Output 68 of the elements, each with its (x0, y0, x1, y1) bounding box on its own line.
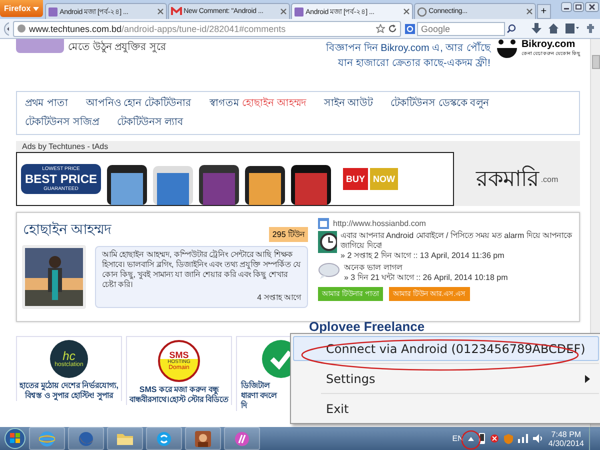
network-icon[interactable] (518, 434, 528, 443)
close-icon[interactable] (526, 8, 533, 15)
page-icon (48, 6, 58, 16)
globe-icon (17, 24, 26, 33)
website-link[interactable]: http://www.hossianbd.com (333, 219, 426, 228)
bookmarks-icon[interactable] (565, 23, 579, 34)
search-field[interactable]: Google (417, 22, 505, 36)
clock-date[interactable]: 4/30/2014 (548, 438, 584, 448)
close-icon[interactable] (280, 8, 287, 15)
download-icon[interactable] (531, 23, 542, 34)
addon-icon[interactable] (585, 23, 596, 34)
photo-app-icon[interactable] (195, 430, 211, 446)
address-field[interactable]: www.techtunes.com.bd/android-apps/tune-id/282041#comments (13, 20, 401, 36)
loading-icon (416, 6, 427, 16)
activity-title[interactable]: অনেক ভাল লাগল (344, 263, 508, 273)
volume-icon[interactable] (533, 434, 544, 443)
brand-name[interactable]: Bikroy.com (521, 39, 580, 50)
reload-icon[interactable] (388, 24, 397, 33)
website-icon (318, 218, 329, 229)
close-icon[interactable] (156, 8, 164, 15)
nav-link[interactable]: সাইন আউট (324, 95, 373, 112)
promo-text[interactable]: ডিজিটাল ধারণা বদলে দি (240, 381, 282, 411)
ad-text[interactable]: বিজ্ঞাপন দিন Bikroy.com এ, আর পৌঁছে (326, 41, 490, 56)
joined-time: 4 সপ্তাহ আগে (257, 293, 301, 303)
activity-time: » 2 সপ্তাহ 2 দিন আগে :: 13 April, 2014 11:36 pm (340, 251, 506, 261)
shopping-bags-drawing: BUY NOW (343, 168, 398, 190)
browser-e-icon[interactable] (39, 430, 55, 446)
search-icon[interactable] (507, 24, 516, 33)
site-tagline: মেতে উঠুন প্রযুক্তির সুরে (68, 40, 166, 55)
clock-icon (318, 231, 337, 253)
promo-text[interactable]: হাতের মুঠোয় দেশের নির্ভরযোগ্য, বিশ্বস্ত ও সুপার হোস্টিং! সুপার (17, 381, 121, 401)
home-icon[interactable] (548, 23, 559, 34)
warning-icon[interactable] (490, 434, 500, 443)
speech-bubble-icon (318, 263, 340, 279)
star-icon[interactable] (376, 24, 385, 33)
nav-link[interactable]: টেকটিউনস ডেস্ককে বলুন (390, 95, 490, 112)
banner-heading: Oplovee Freelance (309, 319, 425, 334)
nav-link[interactable]: টেকটিউনস ল্যাব (116, 114, 184, 131)
highlight-circle (461, 430, 481, 450)
nav-link[interactable]: প্রথম পাতা (25, 95, 68, 112)
promo-text[interactable]: SMS করে মজা করুন বন্ধু বান্ধবীরসাথে।হোস্ট স্টোর বিডিতে (127, 385, 231, 405)
mail-icon (170, 7, 182, 16)
ads-label: Ads by Techtunes - tAds (16, 141, 580, 152)
activity-title[interactable]: এবার আপনার Android মোবাইলে / পিসিতে সময় মত alarm দিয়ে আপনাকে জাগিয়ে দিবে! (340, 231, 573, 251)
folder-icon[interactable] (116, 431, 134, 446)
ad-text[interactable]: যান হাজারো ক্রেতার কাছে-একদম ফ্রী! (338, 56, 490, 71)
tray-expand-icon[interactable] (468, 436, 474, 440)
minimize-icon[interactable] (561, 2, 572, 12)
start-button[interactable] (4, 428, 26, 449)
tune-count-badge: 295 টিউন (269, 227, 308, 242)
new-tab-button[interactable]: + (536, 4, 551, 19)
close-icon[interactable] (585, 2, 599, 12)
profile-name[interactable]: হোছাইন আহম্মদ (23, 218, 111, 242)
restore-icon[interactable] (573, 2, 584, 12)
skype-icon[interactable] (156, 430, 172, 446)
clock-time[interactable]: 7:48 PM (551, 430, 582, 438)
page-icon (294, 6, 304, 16)
activity-time: » 3 দিন 21 ঘন্টা আগে :: 26 April, 2014 10:18 pm (344, 273, 508, 283)
google-icon[interactable] (405, 24, 415, 34)
close-icon[interactable] (402, 8, 410, 15)
submenu-arrow-icon (585, 374, 590, 382)
caret-icon (32, 6, 39, 10)
nav-link[interactable]: আপনিও হোন টেকটিউনার (86, 95, 192, 112)
bio-text: আমি হোছাইন আহম্মদ, কম্পিউটার ট্রেনিং সেন্টারে আছি শিক্ষক হিসাবে। ভালবাসি ব্লগিং, ডিজাইনিং এবং তথ্য প্রযুক্তি সম্পর্কিত যে কোন কিছু, খুবই সামান্য যা জানি শেয়ার করি এবং কিছু শেখার চেষ্টা করি। (102, 250, 301, 290)
app-icon[interactable] (234, 430, 250, 446)
smiley-logo-icon (496, 39, 518, 59)
nav-link[interactable]: টেকটিউনস সজিপ্র (25, 114, 99, 131)
welcome-text: স্বাগতম হোছাইন আহম্মদ (209, 96, 306, 111)
